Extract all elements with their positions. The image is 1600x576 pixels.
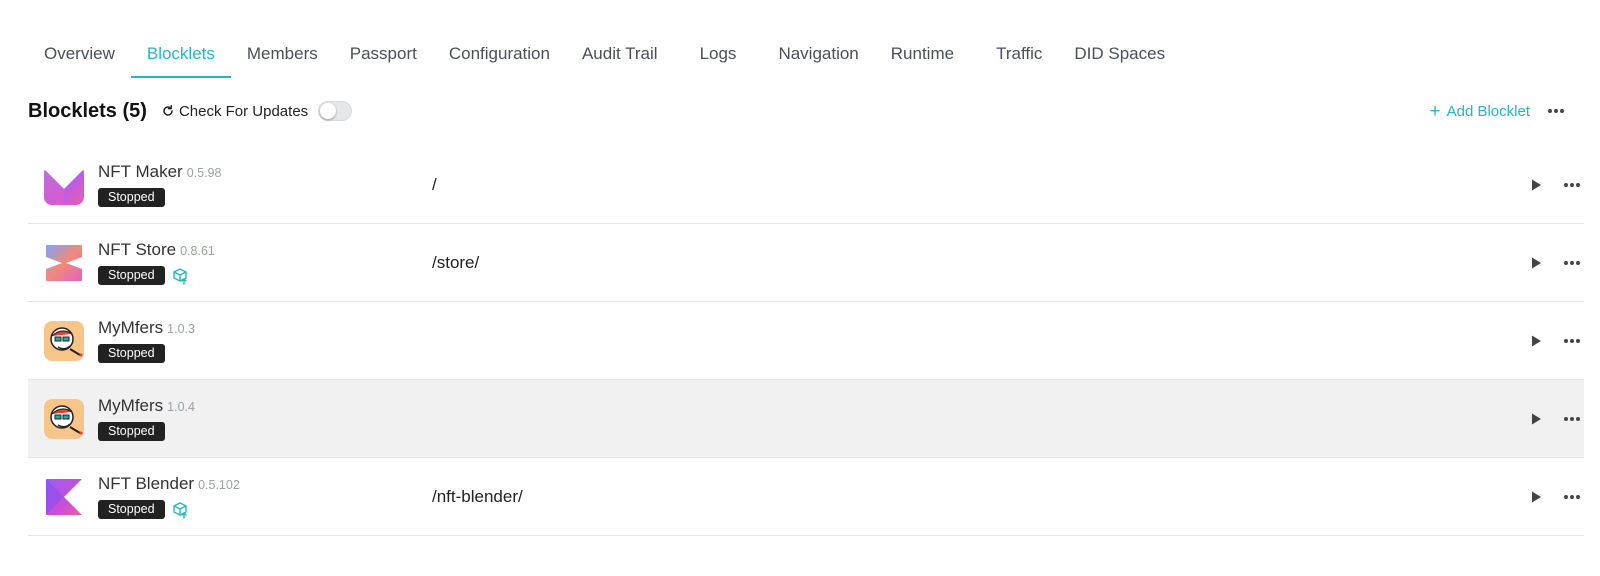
tab-traffic[interactable]: Traffic [980,30,1058,78]
blocklet-name: NFT Store [98,240,177,259]
mount-path[interactable]: /nft-blender/ [432,487,523,507]
add-blocklet-button[interactable]: + Add Blocklet [1430,102,1531,121]
blocklet-row[interactable]: NFT Blender 0.5.102 Stopped /nft-blender/ [28,458,1584,536]
blocklet-name: MyMfers [98,396,164,415]
nft-maker-logo-icon [44,164,84,205]
check-updates-label: Check For Updates [178,102,309,120]
blocklet-row[interactable]: NFT Maker 0.5.98 Stopped / [28,146,1584,224]
row-more-icon[interactable] [1560,173,1584,197]
status-badge: Stopped [98,422,165,441]
tab-bar: Overview Blocklets Members Passport Conf… [28,30,1181,78]
tab-logs[interactable]: Logs [684,30,753,78]
blocklet-name: NFT Maker [98,162,183,181]
blocklet-row[interactable]: MyMfers 1.0.4 Stopped [28,380,1584,458]
status-badge: Stopped [98,500,165,519]
page-title: Blocklets (5) [28,99,147,122]
tab-did-spaces[interactable]: DID Spaces [1058,30,1181,78]
blocklet-list: NFT Maker 0.5.98 Stopped / NFT Store 0.8… [28,146,1584,536]
nft-store-logo-icon [44,242,84,283]
row-more-icon[interactable] [1560,407,1584,431]
mymfers-logo-icon [44,320,84,361]
tab-passport[interactable]: Passport [334,30,433,78]
toggle-knob [320,103,337,119]
start-icon[interactable] [1524,407,1548,431]
blocklet-version: 0.5.98 [186,166,222,180]
mount-path[interactable]: / [432,175,437,195]
mount-path[interactable]: /store/ [432,253,479,273]
tab-runtime[interactable]: Runtime [875,30,970,78]
upgrade-available-icon[interactable] [172,501,190,519]
tab-members[interactable]: Members [231,30,334,78]
refresh-icon [161,104,175,118]
nft-blender-logo-icon [44,476,84,517]
mymfers-logo-icon [44,398,84,439]
blocklet-version: 1.0.4 [167,400,195,414]
blocklet-name: MyMfers [98,318,164,337]
start-icon[interactable] [1524,173,1548,197]
start-icon[interactable] [1524,485,1548,509]
check-updates-toggle[interactable] [318,101,353,121]
row-more-icon[interactable] [1560,251,1584,275]
blocklet-version: 0.5.102 [198,478,240,492]
blocklet-version: 0.8.61 [180,244,215,258]
check-updates-button[interactable]: Check For Updates [161,103,308,120]
start-icon[interactable] [1524,251,1548,275]
status-badge: Stopped [98,344,165,363]
tab-audit-trail[interactable]: Audit Trail [566,30,674,78]
tab-configuration[interactable]: Configuration [433,30,566,78]
status-badge: Stopped [98,266,165,285]
tab-blocklets[interactable]: Blocklets [130,30,231,78]
blocklet-row[interactable]: MyMfers 1.0.3 Stopped [28,302,1584,380]
row-more-icon[interactable] [1560,329,1584,353]
blocklets-header: Blocklets (5) Check For Updates + Add Bl… [28,94,1568,128]
start-icon[interactable] [1524,329,1548,353]
upgrade-available-icon[interactable] [172,267,190,285]
tab-navigation[interactable]: Navigation [762,30,874,78]
add-blocklet-label: Add Blocklet [1446,102,1530,120]
row-more-icon[interactable] [1560,485,1584,509]
blocklet-version: 1.0.3 [167,322,195,336]
tab-overview[interactable]: Overview [28,30,131,78]
status-badge: Stopped [98,188,165,207]
header-more-icon[interactable] [1544,99,1568,123]
blocklet-name: NFT Blender [98,474,195,493]
plus-icon: + [1429,100,1441,122]
blocklet-row[interactable]: NFT Store 0.8.61 Stopped /store/ [28,224,1584,302]
